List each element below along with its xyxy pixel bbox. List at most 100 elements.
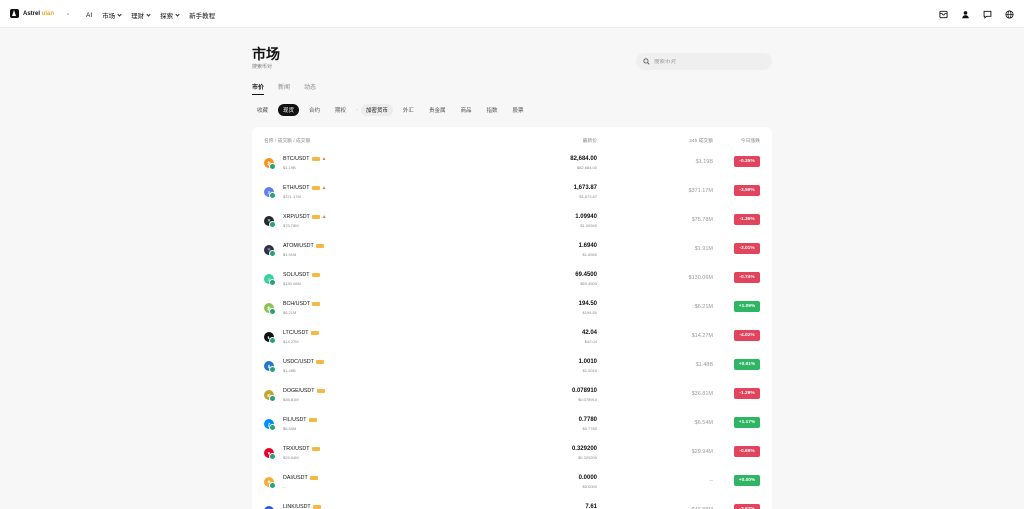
pair-volume: $75.78M [283, 223, 299, 228]
change-badge: -1.36% [734, 214, 760, 225]
change-badge: +1.17% [734, 417, 760, 428]
24h-volume: $6.21M [694, 304, 713, 310]
pair-name: SOL/USDT [283, 272, 320, 278]
nav-divider [67, 13, 69, 15]
chip-6[interactable]: 贵金属 [424, 104, 451, 116]
chevron-down-icon [117, 11, 122, 17]
tab-1[interactable]: 新闻 [278, 82, 290, 95]
change-badge: +0.01% [734, 359, 760, 370]
chip-9[interactable]: 股票 [507, 104, 528, 116]
nav-link-label: 市场 [102, 13, 116, 20]
pair-label: FIL/USDT [283, 417, 307, 423]
table-row[interactable]: ≡ SOL/USDT $130.06M 69.4500 $69.4500 $130.06M… [252, 269, 772, 298]
header-volume[interactable]: 24h 成交额 [689, 137, 713, 144]
nav-links: AI 市场 理财 探索 新手教程 [86, 10, 215, 21]
tab-0[interactable]: 市价 [252, 82, 265, 95]
chevron-down-icon [175, 11, 180, 17]
user-icon[interactable] [960, 9, 970, 19]
pair-label: ATOM/USDT [283, 243, 314, 249]
leverage-badge [308, 418, 317, 422]
search-input[interactable] [654, 58, 754, 65]
table-row[interactable]: Ł LTC/USDT $14.27M 42.04 $42.04 $14.27M -4.02% [252, 327, 772, 356]
table-row[interactable]: ⚛ ATOM/USDT $1.91M 1.6940 $1.6940 $1.91M -3.01… [252, 240, 772, 269]
brand-name: Astrel [23, 10, 41, 17]
last-price: 82,684.00 [570, 156, 597, 162]
table-row[interactable]: ⬡LINK/USDT$46.88M7.61$7.61$46.88M-3.67% [252, 501, 772, 509]
header-change[interactable]: 今日涨跌 [741, 137, 760, 144]
nav-link-label: 理财 [131, 13, 145, 20]
chip-0[interactable]: 收藏 [252, 104, 273, 116]
chip-1[interactable]: 现货 [278, 104, 300, 116]
chip-2[interactable]: 合约 [304, 104, 325, 116]
table-row[interactable]: ₿ BTC/USDT ▲ $1.19B 82,684.00 $82,684.00 $1.19… [252, 153, 772, 182]
usdt-icon [269, 337, 276, 344]
nav-link-1[interactable]: 市场 [102, 10, 122, 20]
last-price: 0.078910 [571, 388, 597, 394]
pair-label: SOL/USDT [283, 272, 310, 278]
24h-volume: $14.27M [691, 333, 713, 339]
last-price-usd: $69.4500 [580, 281, 597, 286]
usdt-icon [269, 424, 276, 431]
table-row[interactable]: ▼ TRX/USDT $29.94M 0.329200 $0.329200 $29.94M… [252, 443, 772, 472]
globe-icon[interactable] [1004, 9, 1014, 19]
last-price: 1.09940 [575, 214, 597, 220]
last-price-usd: $82,684.00 [576, 165, 597, 170]
table-row[interactable]: Ð DOGE/USDT $36.81M 0.078910 $0.078910 $36.81… [252, 385, 772, 414]
pair-name: TRX/USDT [283, 446, 320, 452]
pair-volume: -- [283, 484, 286, 489]
pair-label: LINK/USDT [283, 504, 311, 509]
table-row[interactable]: ₿ BCH/USDT $6.21M 194.50 $194.50 $6.21M +1.09% [252, 298, 772, 327]
change-badge: -3.01% [734, 243, 760, 254]
message-icon[interactable] [982, 9, 992, 19]
table-row[interactable]: ✕ XRP/USDT ▲ $75.78M 1.09940 $1.09940 $75.78M -… [252, 211, 772, 240]
chip-5[interactable]: 外汇 [398, 104, 419, 116]
table-row[interactable]: $ USDC/USDT $1.48B 1.0010 $1.0010 $1.48B +0.01… [252, 356, 772, 385]
pair-volume: $36.81M [283, 397, 299, 402]
pair-name: XRP/USDT ▲ [283, 214, 327, 220]
page-subtitle: 搜索币对 [252, 64, 273, 70]
pair-name: USDC/USDT [283, 359, 324, 365]
header-price[interactable]: 最新价 [583, 137, 597, 144]
page-title: 市场 [252, 46, 280, 62]
market-tabs: 市价 新闻 动态 [252, 82, 316, 95]
pair-name: LINK/USDT [283, 504, 321, 509]
nav-link-2[interactable]: 理财 [131, 10, 151, 20]
brand-logo[interactable]: Astrel ulan [10, 9, 54, 18]
usdt-icon [269, 163, 276, 170]
logo-icon [10, 9, 19, 18]
chip-7[interactable]: 商品 [455, 104, 476, 116]
leverage-badge [309, 476, 318, 480]
nav-link-4[interactable]: 新手教程 [189, 10, 215, 20]
nav-link-0[interactable]: AI [86, 10, 92, 20]
last-price-usd: $0.0000 [582, 484, 597, 489]
chip-3[interactable]: 期权 [330, 104, 351, 116]
24h-volume: $29.94M [691, 449, 713, 455]
change-badge: -1.29% [734, 388, 760, 399]
pair-label: DAI/USDT [283, 475, 308, 481]
chip-4[interactable]: 加密货币 [360, 104, 393, 116]
header-name[interactable]: 名称 / 成交额 / 成交额 [264, 137, 310, 144]
table-row[interactable]: ◈ DAI/USDT -- 0.0000 $0.0000 -- +0.00% [252, 472, 772, 501]
search-box[interactable] [636, 53, 772, 70]
leverage-badge [312, 505, 321, 509]
change-badge: -4.02% [734, 330, 760, 341]
brand-accent: ulan [41, 10, 55, 17]
usdt-icon [269, 221, 276, 228]
tab-2[interactable]: 动态 [304, 82, 316, 95]
inbox-icon[interactable] [938, 9, 948, 19]
pair-volume: $29.94M [283, 455, 299, 460]
24h-volume: $371.17M [688, 188, 713, 194]
nav-icons [938, 9, 1014, 19]
leverage-badge [311, 215, 320, 219]
nav-link-3[interactable]: 探索 [160, 10, 180, 20]
last-price-usd: $0.7780 [582, 426, 597, 431]
table-row[interactable]: ƒ FIL/USDT $6.54M 0.7780 $0.7780 $6.54M +1.17% [252, 414, 772, 443]
table-row[interactable]: Ξ ETH/USDT ▲ $371.17M 1,673.87 $1,673.87 $371.… [252, 182, 772, 211]
change-badge: -0.69% [734, 446, 760, 457]
last-price-usd: $1.0010 [582, 368, 597, 373]
fire-icon: ▲ [321, 185, 327, 191]
coin-icon: Ð [264, 390, 277, 403]
leverage-badge [315, 244, 324, 248]
chip-8[interactable]: 指数 [481, 104, 502, 116]
pair-name: BCH/USDT [283, 301, 321, 307]
